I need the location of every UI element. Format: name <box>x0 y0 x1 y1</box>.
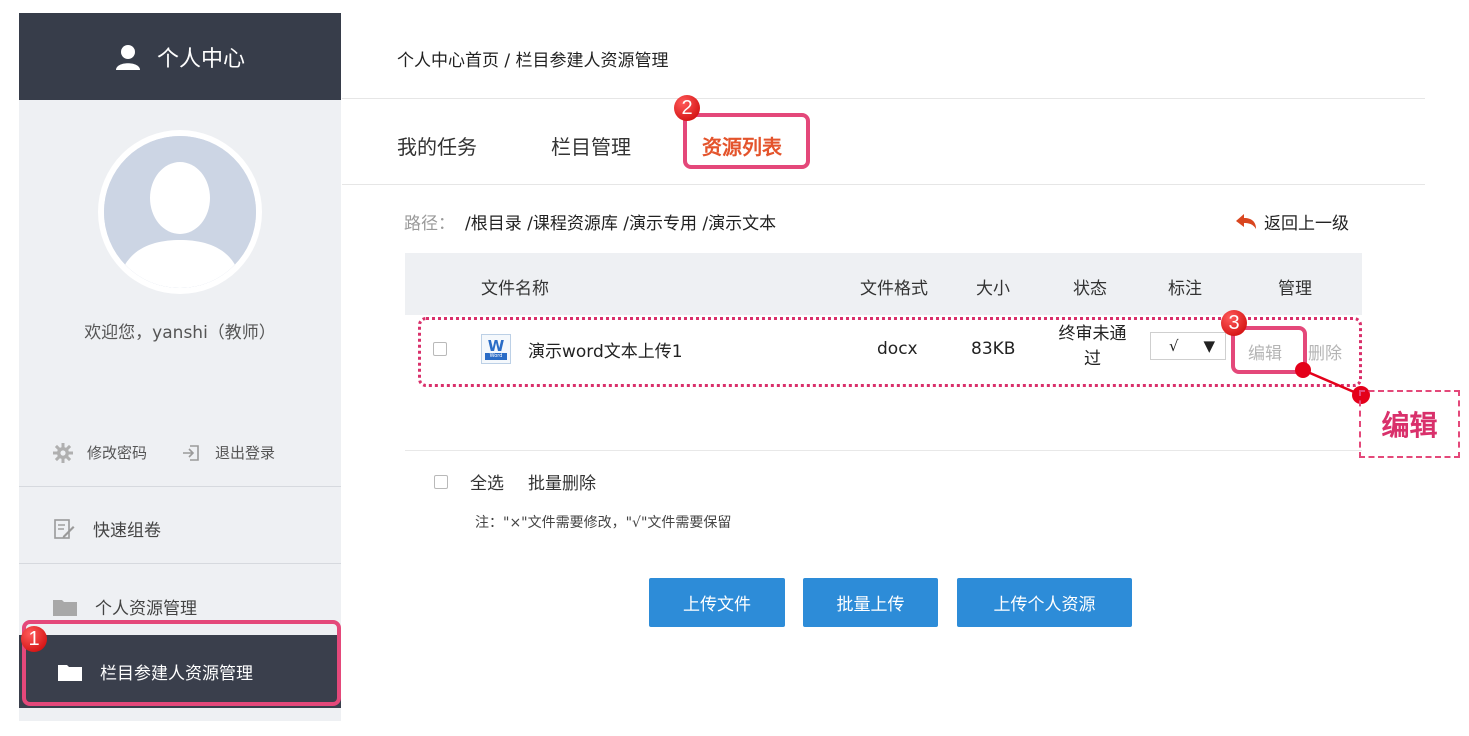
divider <box>19 563 341 564</box>
back-link[interactable]: 返回上一级 <box>1236 209 1349 234</box>
batch-upload-button[interactable]: 批量上传 <box>803 578 938 627</box>
change-password-link[interactable]: 修改密码 <box>53 442 147 463</box>
annotation-row-outline <box>418 317 1362 387</box>
step-badge-1: 1 <box>21 626 47 652</box>
sidebar-item-label: 快速组卷 <box>93 521 161 541</box>
column-header: 文件名称 <box>481 279 549 299</box>
sidebar-item-quick-paper[interactable]: 快速组卷 <box>53 516 161 541</box>
edit-document-icon <box>54 518 75 539</box>
avatar[interactable] <box>98 130 262 294</box>
divider <box>342 98 1425 99</box>
column-header: 标注 <box>1168 279 1202 299</box>
sidebar-title: 个人中心 <box>156 46 245 72</box>
upload-file-button[interactable]: 上传文件 <box>649 578 785 627</box>
tab-column-management[interactable]: 栏目管理 <box>551 131 631 160</box>
user-icon <box>115 44 140 70</box>
gear-icon <box>53 442 73 463</box>
back-arrow-icon <box>1236 213 1256 229</box>
path-row: 路径： /根目录 /课程资源库 /演示专用 /演示文本 <box>404 209 776 234</box>
select-all-label[interactable]: 全选 <box>470 469 504 494</box>
column-header: 文件格式 <box>860 279 928 299</box>
divider <box>405 450 1362 451</box>
logout-link[interactable]: 退出登录 <box>181 442 275 463</box>
default-avatar-icon <box>104 136 256 288</box>
change-password-label: 修改密码 <box>87 444 148 462</box>
tab-my-tasks[interactable]: 我的任务 <box>397 131 477 160</box>
path-value[interactable]: /根目录 /课程资源库 /演示专用 /演示文本 <box>465 214 776 234</box>
path-label: 路径： <box>404 214 455 234</box>
folder-icon <box>53 599 77 616</box>
column-header: 状态 <box>1073 279 1107 299</box>
sidebar-header: 个人中心 <box>19 13 341 100</box>
logout-icon <box>183 444 199 461</box>
select-all-checkbox[interactable] <box>434 474 448 489</box>
annotation-highlight-sidebar <box>22 620 341 706</box>
step-badge-3: 3 <box>1221 310 1247 336</box>
back-label: 返回上一级 <box>1264 214 1349 234</box>
annotation-highlight-tab <box>683 113 810 169</box>
note-text: 注："×"文件需要修改，"√"文件需要保留 <box>475 515 732 531</box>
annotation-callout: 编辑 <box>1359 390 1460 458</box>
divider <box>19 486 341 487</box>
column-header: 管理 <box>1278 279 1312 299</box>
bulk-actions: 全选 批量删除 <box>434 469 596 494</box>
column-header: 大小 <box>976 279 1010 299</box>
breadcrumb: 个人中心首页 / 栏目参建人资源管理 <box>397 51 669 71</box>
logout-label: 退出登录 <box>215 444 276 462</box>
divider <box>342 184 1425 185</box>
sidebar: 个人中心 欢迎您，yanshi（教师） 修改密码 退出登录 快速组卷 个人资源管… <box>19 13 341 721</box>
step-badge-2: 2 <box>674 95 700 121</box>
batch-delete-link[interactable]: 批量删除 <box>528 469 596 494</box>
upload-personal-resource-button[interactable]: 上传个人资源 <box>957 578 1132 627</box>
account-actions: 修改密码 退出登录 <box>53 442 275 463</box>
sidebar-item-label: 个人资源管理 <box>95 599 197 619</box>
welcome-text: 欢迎您，yanshi（教师） <box>84 323 276 343</box>
table-header: 文件名称 文件格式 大小 状态 标注 管理 <box>405 253 1362 315</box>
page: 个人中心 欢迎您，yanshi（教师） 修改密码 退出登录 快速组卷 个人资源管… <box>0 0 1469 736</box>
sidebar-item-personal-resources[interactable]: 个人资源管理 <box>53 594 197 619</box>
